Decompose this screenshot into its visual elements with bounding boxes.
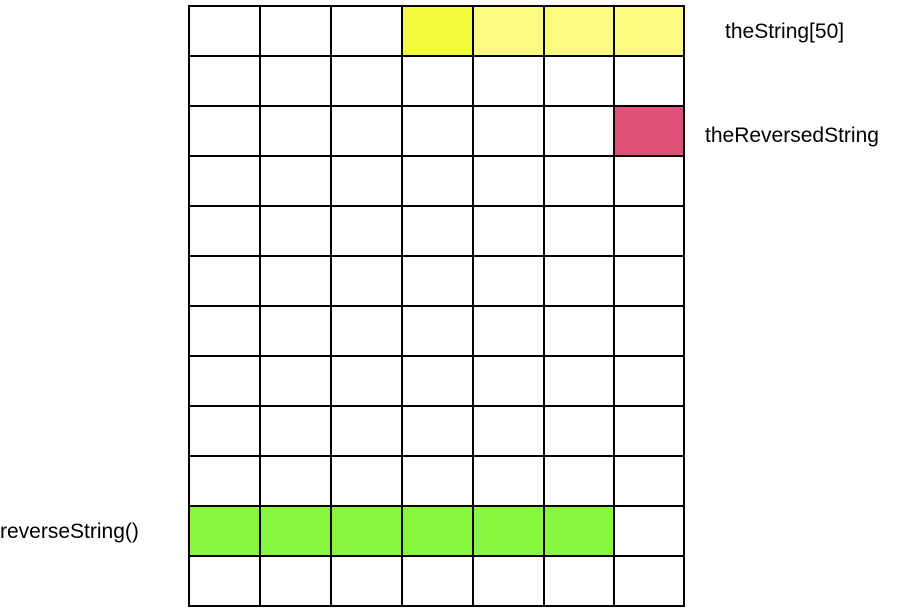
memory-cell-r8-c0 xyxy=(188,405,261,457)
memory-cell-r1-c6 xyxy=(613,55,685,107)
memory-cell-r11-c0 xyxy=(188,555,261,607)
memory-cell-r11-c2 xyxy=(330,555,403,607)
memory-cell-r2-c2 xyxy=(330,105,403,157)
memory-cell-r1-c3 xyxy=(401,55,474,107)
memory-cell-r11-c1 xyxy=(259,555,332,607)
memory-cell-r8-c1 xyxy=(259,405,332,457)
memory-cell-r3-c4 xyxy=(472,155,545,207)
memory-cell-r8-c5 xyxy=(543,405,615,457)
memory-cell-r5-c3 xyxy=(401,255,474,307)
memory-cell-r0-c2 xyxy=(330,5,403,57)
memory-cell-r11-c4 xyxy=(472,555,545,607)
the-string-memory-cell-r0-c5 xyxy=(543,5,615,57)
memory-cell-r4-c3 xyxy=(401,205,474,257)
memory-cell-r9-c6 xyxy=(613,455,685,507)
memory-cell-r7-c3 xyxy=(401,355,474,407)
reverse-string-memory-cell-r10-c1 xyxy=(259,505,332,557)
memory-cell-r11-c5 xyxy=(543,555,615,607)
memory-cell-r5-c6 xyxy=(613,255,685,307)
memory-cell-r5-c4 xyxy=(472,255,545,307)
memory-cell-r1-c2 xyxy=(330,55,403,107)
the-string-memory-cell-r0-c3 xyxy=(401,5,474,57)
memory-cell-r3-c1 xyxy=(259,155,332,207)
memory-cell-r9-c0 xyxy=(188,455,261,507)
memory-cell-r7-c6 xyxy=(613,355,685,407)
memory-cell-r9-c2 xyxy=(330,455,403,507)
memory-cell-r2-c5 xyxy=(543,105,615,157)
memory-cell-r3-c0 xyxy=(188,155,261,207)
memory-cell-r6-c1 xyxy=(259,305,332,357)
memory-cell-r3-c2 xyxy=(330,155,403,207)
memory-cell-r4-c5 xyxy=(543,205,615,257)
memory-grid xyxy=(188,5,685,607)
memory-cell-r6-c6 xyxy=(613,305,685,357)
memory-cell-r3-c6 xyxy=(613,155,685,207)
memory-cell-r2-c4 xyxy=(472,105,545,157)
memory-cell-r8-c3 xyxy=(401,405,474,457)
memory-cell-r9-c5 xyxy=(543,455,615,507)
reverse-string-memory-cell-r10-c5 xyxy=(543,505,615,557)
the-reversed-string-label: theReversedString xyxy=(705,124,879,147)
the-string-memory-cell-r0-c6 xyxy=(613,5,685,57)
memory-cell-r5-c5 xyxy=(543,255,615,307)
memory-cell-r5-c2 xyxy=(330,255,403,307)
memory-cell-r8-c4 xyxy=(472,405,545,457)
memory-cell-r6-c0 xyxy=(188,305,261,357)
memory-cell-r4-c6 xyxy=(613,205,685,257)
memory-cell-r2-c1 xyxy=(259,105,332,157)
the-reversed-string-memory-cell-r2-c6 xyxy=(613,105,685,157)
memory-cell-r9-c3 xyxy=(401,455,474,507)
memory-cell-r3-c3 xyxy=(401,155,474,207)
memory-diagram: theString[50] theReversedString reverseS… xyxy=(0,5,879,607)
memory-cell-r11-c3 xyxy=(401,555,474,607)
the-string-memory-cell-r0-c4 xyxy=(472,5,545,57)
memory-cell-r1-c0 xyxy=(188,55,261,107)
memory-cell-r2-c0 xyxy=(188,105,261,157)
memory-cell-r3-c5 xyxy=(543,155,615,207)
memory-cell-r7-c1 xyxy=(259,355,332,407)
memory-cell-r6-c3 xyxy=(401,305,474,357)
memory-cell-r4-c4 xyxy=(472,205,545,257)
reverse-string-memory-cell-r10-c0 xyxy=(188,505,261,557)
memory-cell-r9-c1 xyxy=(259,455,332,507)
memory-cell-r1-c4 xyxy=(472,55,545,107)
memory-cell-r4-c0 xyxy=(188,205,261,257)
memory-cell-r7-c4 xyxy=(472,355,545,407)
memory-cell-r2-c3 xyxy=(401,105,474,157)
memory-cell-r0-c1 xyxy=(259,5,332,57)
memory-cell-r5-c1 xyxy=(259,255,332,307)
memory-cell-r1-c1 xyxy=(259,55,332,107)
memory-cell-r8-c2 xyxy=(330,405,403,457)
memory-cell-r4-c2 xyxy=(330,205,403,257)
reverse-string-label: reverseString() xyxy=(0,520,139,543)
memory-cell-r10-c6 xyxy=(613,505,685,557)
memory-cell-r8-c6 xyxy=(613,405,685,457)
memory-cell-r7-c0 xyxy=(188,355,261,407)
memory-cell-r5-c0 xyxy=(188,255,261,307)
memory-cell-r11-c6 xyxy=(613,555,685,607)
memory-cell-r4-c1 xyxy=(259,205,332,257)
memory-cell-r6-c4 xyxy=(472,305,545,357)
reverse-string-memory-cell-r10-c3 xyxy=(401,505,474,557)
reverse-string-memory-cell-r10-c4 xyxy=(472,505,545,557)
memory-cell-r6-c5 xyxy=(543,305,615,357)
memory-cell-r7-c5 xyxy=(543,355,615,407)
memory-cell-r9-c4 xyxy=(472,455,545,507)
the-string-label: theString[50] xyxy=(725,20,844,43)
memory-cell-r1-c5 xyxy=(543,55,615,107)
memory-cell-r0-c0 xyxy=(188,5,261,57)
reverse-string-memory-cell-r10-c2 xyxy=(330,505,403,557)
memory-cell-r6-c2 xyxy=(330,305,403,357)
memory-cell-r7-c2 xyxy=(330,355,403,407)
